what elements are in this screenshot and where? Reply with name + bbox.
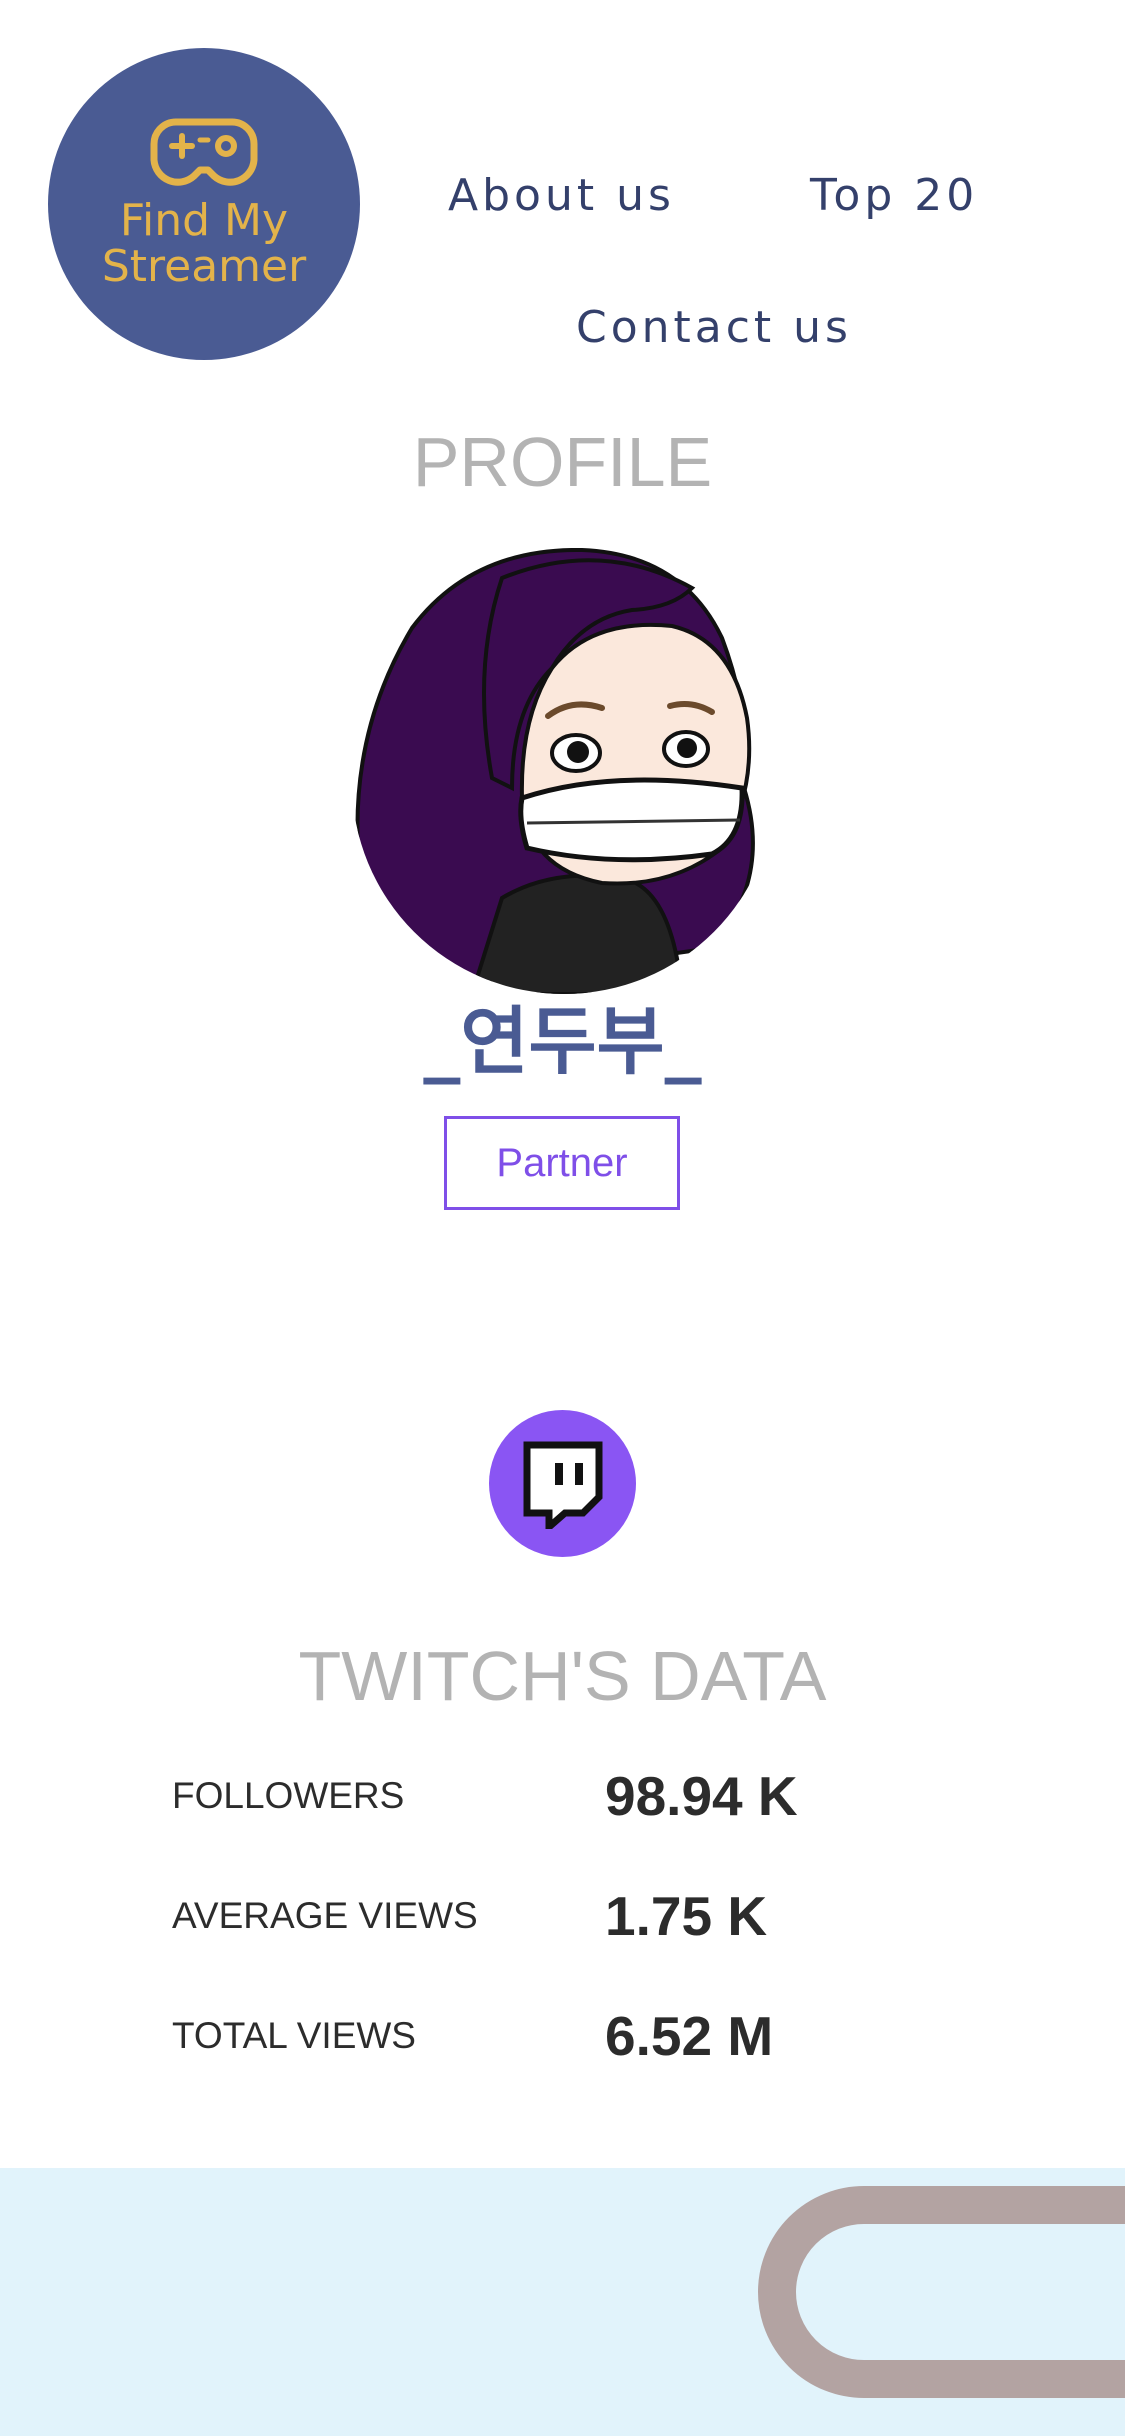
nav-contact-link[interactable]: Contact us <box>576 302 852 353</box>
logo-text: Find My Streamer <box>102 198 306 290</box>
gamepad-icon <box>150 118 258 186</box>
twitch-icon[interactable] <box>489 1410 636 1557</box>
partner-badge: Partner <box>444 1116 680 1210</box>
nav-about-link[interactable]: About us <box>448 170 675 221</box>
stat-label-average-views: AVERAGE VIEWS <box>172 1895 478 1936</box>
stat-label-followers: FOLLOWERS <box>172 1775 405 1816</box>
twitch-glyph-icon <box>523 1441 602 1529</box>
logo-text-line2: Streamer <box>101 241 307 292</box>
stat-value-followers: 98.94 K <box>605 1765 798 1827</box>
twitch-section-title: TWITCH'S DATA <box>298 1637 827 1715</box>
profile-section-title: PROFILE <box>412 423 713 501</box>
stat-label-total-views: TOTAL VIEWS <box>172 2015 416 2056</box>
streamer-name: _연두부_ <box>423 999 702 1085</box>
streamer-avatar <box>352 548 776 994</box>
footer-decoration <box>758 2186 1125 2398</box>
brand-logo[interactable]: Find My Streamer <box>48 48 360 360</box>
stat-value-total-views: 6.52 M <box>605 2005 774 2067</box>
nav-top20-link[interactable]: Top 20 <box>810 170 978 221</box>
footer <box>0 2168 1125 2436</box>
logo-text-line1: Find My <box>119 195 289 246</box>
stat-value-average-views: 1.75 K <box>605 1885 768 1947</box>
